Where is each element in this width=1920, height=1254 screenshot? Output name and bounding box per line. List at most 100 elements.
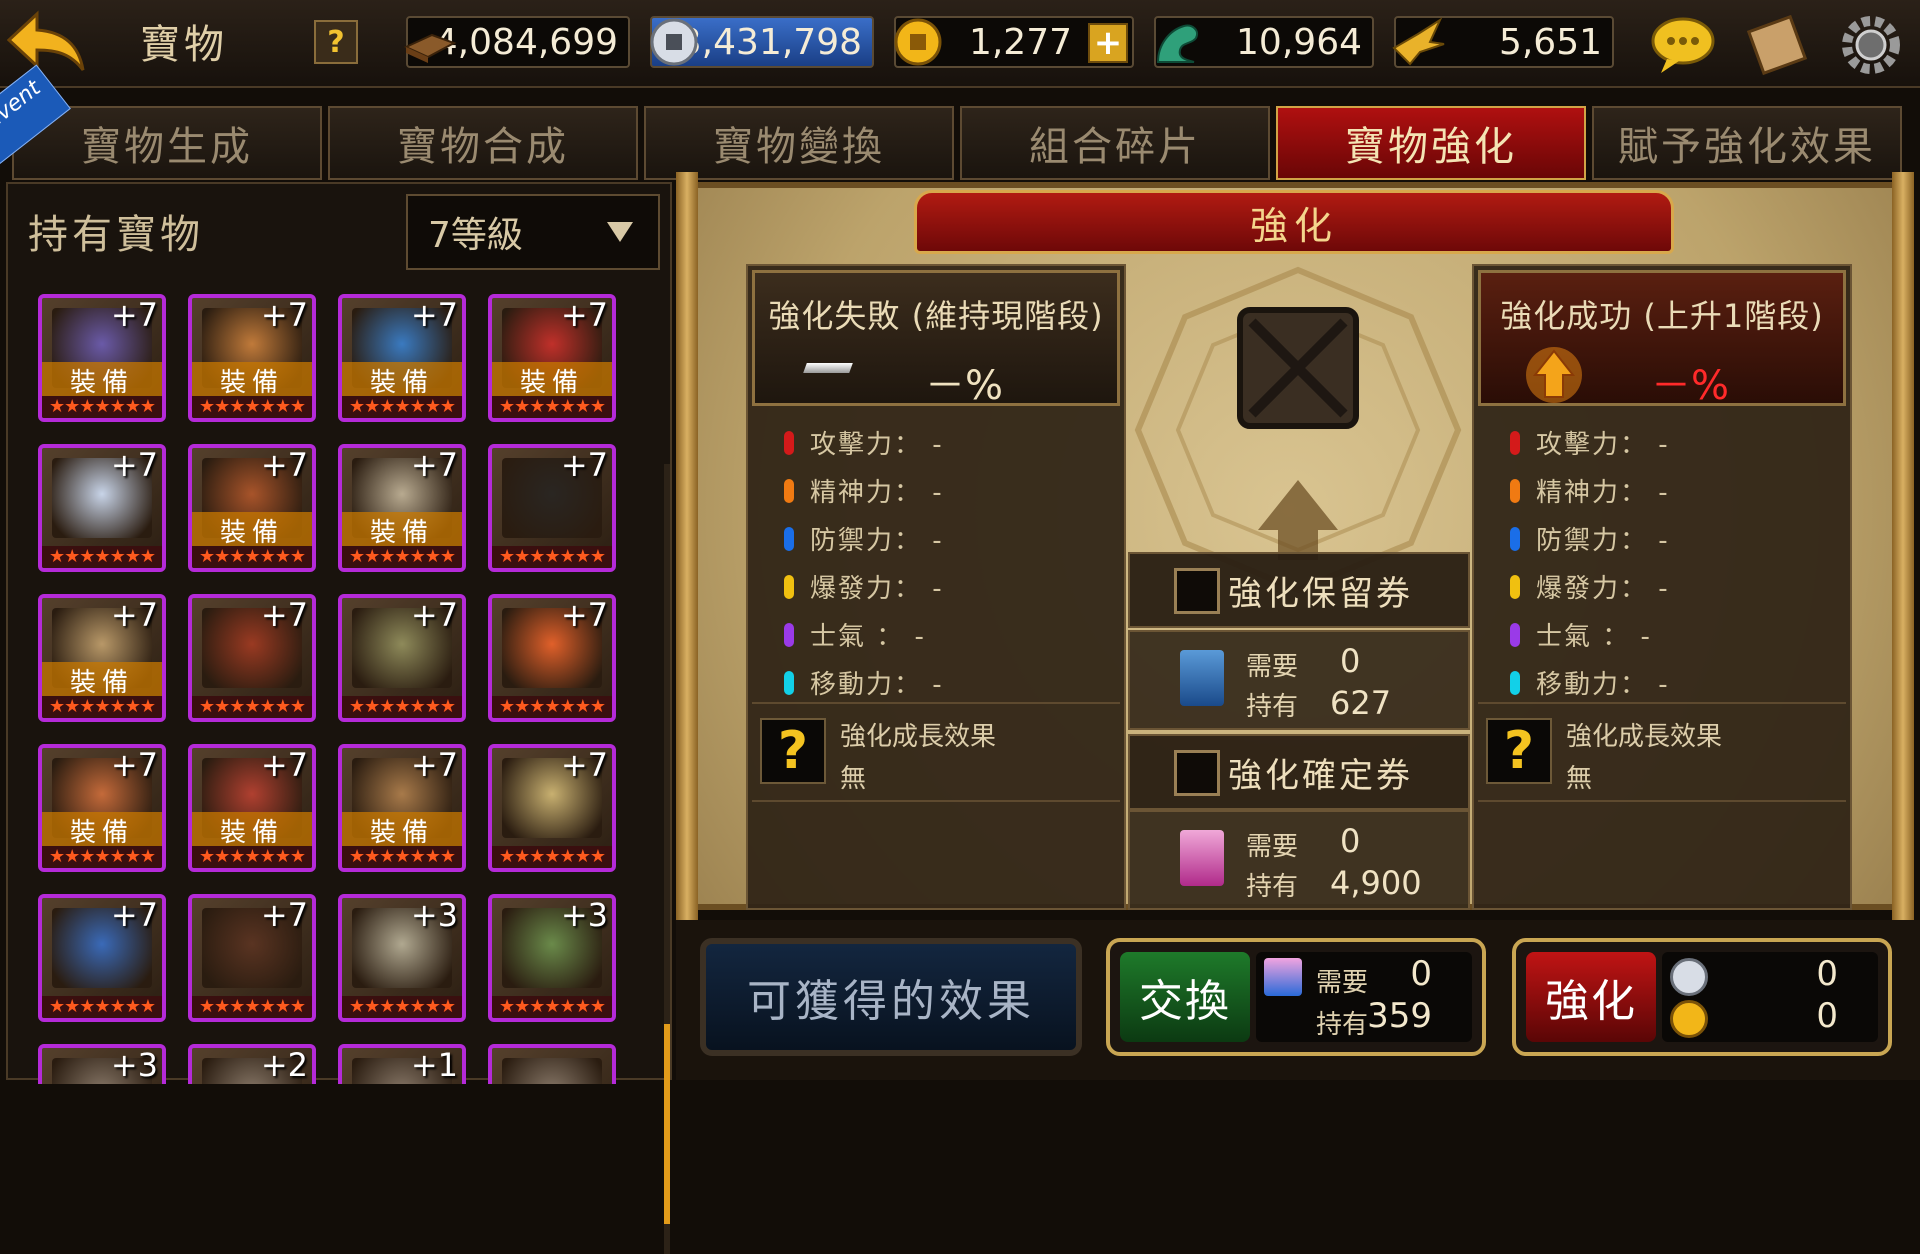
star-rating: ★★★★★★★ [42,546,162,568]
star-rating: ★★★★★★★ [42,996,162,1018]
settings-button[interactable] [1836,10,1906,80]
equipped-badge: 裝備 [42,662,162,699]
grade-dropdown[interactable]: 7等級 [406,194,660,270]
have-label: 持有 [1246,872,1299,902]
enhance-silver-cost: 0 [1816,954,1838,994]
help-question-button[interactable]: ? [1486,718,1552,784]
resource-bird-value: 5,651 [1498,21,1602,63]
resource-gold: 1,277 + [894,16,1134,68]
grade-dropdown-value: 7等級 [428,215,523,256]
tab-combine-fragments[interactable]: 組合碎片 [960,106,1270,180]
star-rating: ★★★★★★★ [342,546,462,568]
equipped-badge: 裝備 [342,812,462,849]
silver-coin-icon [644,12,704,72]
retain-need-value: 0 [1340,642,1361,680]
ticket-icon [1264,958,1302,996]
back-button[interactable] [4,6,90,78]
equipped-badge: 裝備 [192,362,312,399]
treasure-item[interactable]: +7 裝備 ★★★★★★★ [338,744,466,872]
tab-bar: 寶物生成 寶物合成 寶物變換 組合碎片 寶物強化 賦予強化效果 [0,100,1920,180]
treasure-item[interactable]: +7 ★★★★★★★ [188,894,316,1022]
fail-stat-spirit: 精神力： - [784,472,944,509]
item-level: +2 [260,1046,308,1084]
success-percent: －% [1651,363,1730,409]
treasure-item[interactable]: +7 ★★★★★★★ [488,594,616,722]
success-stat-move: 移動力： - [1510,664,1670,701]
tab-treasure-enhance[interactable]: 寶物強化 [1276,106,1586,180]
treasure-item[interactable]: ★★★★★★★ [488,1044,616,1084]
treasure-item[interactable]: +7 裝備 ★★★★★★★ [38,294,166,422]
stat-label: 移動力： - [1536,670,1670,700]
equipped-badge: 裝備 [42,362,162,399]
growth-title: 強化成長效果 [840,722,997,752]
treasure-item[interactable]: +7 裝備 ★★★★★★★ [338,444,466,572]
enhance-gold-cost: 0 [1816,996,1838,1036]
success-header: 強化成功 (上升1階段) －% [1478,270,1846,409]
need-label: 需要 [1246,652,1299,682]
treasure-item[interactable]: +7 裝備 ★★★★★★★ [38,594,166,722]
add-gold-button[interactable]: + [1088,23,1128,63]
treasure-item[interactable]: +7 ★★★★★★★ [338,594,466,722]
scrollbar-thumb[interactable] [664,1024,670,1224]
treasure-item[interactable]: +7 ★★★★★★★ [38,444,166,572]
retain-ticket-label: 強化保留券 [1228,573,1413,614]
confirm-ticket-option[interactable]: 強化確定券 [1128,734,1470,810]
stat-label: 士氣 ： - [810,622,926,652]
treasure-item[interactable]: +1★★★★★★★ [338,1044,466,1084]
item-level: +7 [110,446,158,484]
treasure-item[interactable]: +7 裝備 ★★★★★★★ [188,294,316,422]
exchange-label: 交換 [1120,952,1250,1042]
bagua-emblem [1134,266,1462,594]
item-level: +7 [410,446,458,484]
red-pip-icon [1510,430,1520,455]
item-level: +3 [110,1046,158,1084]
fail-stat-move: 移動力： - [784,664,944,701]
item-level: +7 [260,896,308,934]
success-title: 強化成功 (上升1階段) [1500,297,1824,335]
obtainable-effects-button[interactable]: 可獲得的效果 [700,938,1082,1056]
scroll-log-button[interactable] [1742,10,1812,80]
orange-pip-icon [1510,478,1520,503]
ticket-options: 強化保留券 需要 0 持有 627 強化確定券 需要 0 持有 4,900 [1128,552,1470,910]
tab-enhance-effect[interactable]: 賦予強化效果 [1592,106,1902,180]
treasure-item[interactable]: +7 ★★★★★★★ [488,744,616,872]
enhance-button[interactable]: 強化 0 0 [1512,938,1892,1056]
success-column: 強化成功 (上升1階段) －% 攻擊力： - 精神力： - 防禦力： - 爆發力… [1472,264,1852,910]
treasure-item[interactable]: +7 ★★★★★★★ [188,594,316,722]
treasure-item[interactable]: +3★★★★★★★ [338,894,466,1022]
treasure-item[interactable]: +7 裝備 ★★★★★★★ [188,744,316,872]
success-growth-effect: ? 強化成長效果 無 [1478,702,1846,802]
help-question-button[interactable]: ? [760,718,826,784]
retain-ticket-checkbox[interactable] [1174,568,1220,614]
chat-button[interactable] [1648,10,1718,80]
treasure-item[interactable]: +7 裝備 ★★★★★★★ [488,294,616,422]
treasure-item[interactable]: +3★★★★★★★ [38,1044,166,1084]
treasure-item[interactable]: +7 裝備 ★★★★★★★ [38,744,166,872]
need-label: 需要 [1246,832,1299,862]
fail-percent: －% [925,363,1004,409]
success-stat-burst: 爆發力： - [1510,568,1670,605]
retain-ticket-option[interactable]: 強化保留券 [1128,552,1470,628]
item-level: +3 [410,896,458,934]
fail-header: 強化失敗 (維持現階段) －% [752,270,1120,409]
stat-label: 攻擊力： - [1536,430,1670,460]
fail-growth-effect: ? 強化成長效果 無 [752,702,1120,802]
confirm-ticket-checkbox[interactable] [1174,750,1220,796]
item-level: +7 [560,746,608,784]
retain-have-value: 627 [1330,684,1392,722]
exchange-button[interactable]: 交換 需要 0 持有 359 [1106,938,1486,1056]
have-label: 持有 [1246,692,1299,722]
treasure-item[interactable]: +7 ★★★★★★★ [488,444,616,572]
treasure-item[interactable]: +3★★★★★★★ [488,894,616,1022]
treasure-item[interactable]: +2★★★★★★★ [188,1044,316,1084]
help-button[interactable]: ? [314,20,358,64]
treasure-item[interactable]: +7 裝備 ★★★★★★★ [188,444,316,572]
tab-treasure-transform[interactable]: 寶物變換 [644,106,954,180]
treasure-item[interactable]: +7 裝備 ★★★★★★★ [338,294,466,422]
tab-treasure-combine[interactable]: 寶物合成 [328,106,638,180]
resource-book-value: 4,084,699 [434,21,618,63]
star-rating: ★★★★★★★ [342,846,462,868]
item-level: +7 [110,596,158,634]
exchange-have-value: 359 [1367,996,1432,1036]
treasure-item[interactable]: +7 ★★★★★★★ [38,894,166,1022]
